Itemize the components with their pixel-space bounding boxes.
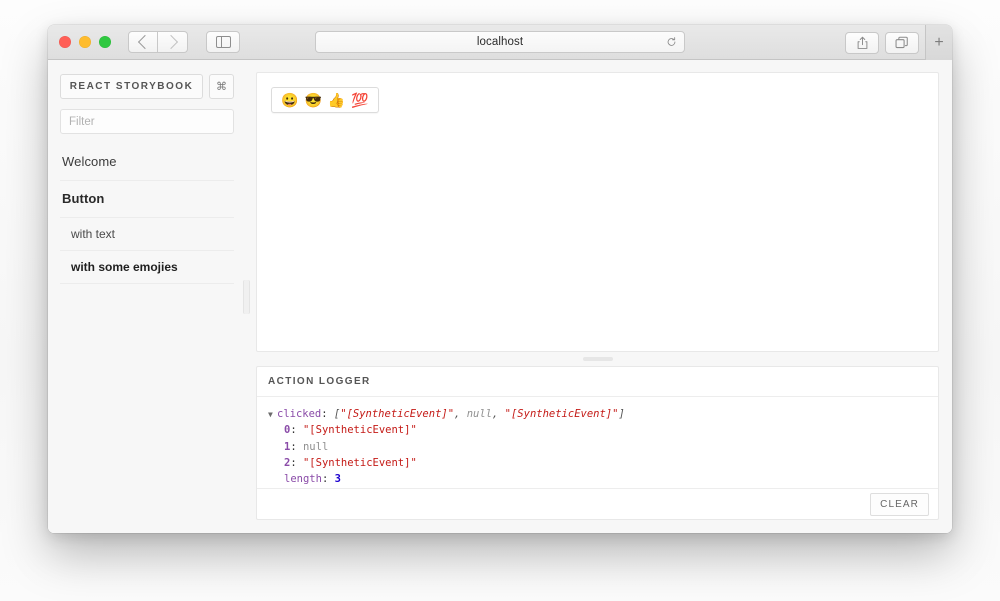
log-entry-summary[interactable]: ▼ clicked: ["[SyntheticEvent]", null, "[S… [268, 406, 927, 422]
action-logger-output: ▼ clicked: ["[SyntheticEvent]", null, "[S… [257, 397, 938, 488]
log-summary-item-2: "[SyntheticEvent]" [504, 408, 619, 420]
log-summary-sep-2: , [492, 408, 505, 420]
log-row-0-colon: : [290, 424, 303, 437]
emoji-button[interactable]: 😀 😎 👍 💯 [271, 87, 379, 113]
log-row-1-value: null [302, 440, 329, 453]
log-row-length: length: 3 [268, 471, 927, 487]
log-summary-item-1: null [466, 408, 492, 420]
reload-icon[interactable] [666, 37, 677, 48]
sidebar-toggle-button[interactable] [206, 31, 240, 53]
sidebar-item-button[interactable]: Button [60, 181, 234, 218]
navigation-button-group [128, 31, 188, 53]
sunglasses-face-icon: 😎 [304, 92, 322, 108]
sidebar-resize-handle[interactable] [243, 279, 250, 314]
drag-grip-icon [582, 357, 613, 361]
share-button[interactable] [845, 31, 879, 54]
log-row-0-value: "[SyntheticEvent]" [302, 424, 417, 437]
log-row-length-value: 3 [334, 473, 341, 486]
sidebar-item-with-some-emojies[interactable]: with some emojies [60, 251, 234, 284]
shortcut-button[interactable]: ⌘ [209, 74, 234, 99]
log-row-1: 1: null [268, 439, 927, 455]
sidebar-item-with-text[interactable]: with text [60, 218, 234, 251]
sidebar-item-welcome[interactable]: Welcome [60, 144, 234, 181]
maximize-button[interactable] [99, 36, 111, 48]
storybook-title: REACT STORYBOOK [60, 74, 203, 99]
page-background: localhost + REACT STORYBOOK ⌘ Filter Wel… [0, 0, 1000, 601]
log-close-bracket: ] [618, 408, 625, 420]
log-summary-item-0: "[SyntheticEvent]" [340, 408, 455, 420]
action-logger-panel: ACTION LOGGER ▼ clicked: ["[SyntheticEven… [256, 366, 939, 520]
new-tab-button[interactable]: + [925, 25, 952, 60]
storybook-main: 😀 😎 👍 💯 ACTION LOGGER ▼ clicked: ["[Synth… [246, 60, 952, 533]
url-text: localhost [476, 36, 524, 48]
traffic-light-group [59, 36, 111, 48]
share-icon [857, 36, 867, 49]
disclosure-triangle-open-icon[interactable]: ▼ [268, 409, 277, 421]
thumbs-up-icon: 👍 [327, 92, 346, 108]
chevron-right-icon [163, 34, 179, 50]
log-key: clicked [277, 408, 322, 420]
toolbar-right-group: + [845, 25, 952, 60]
story-navigation: Welcome Button with text with some emoji… [60, 144, 234, 284]
sidebar-icon [215, 36, 231, 48]
panel-resize-handle[interactable] [256, 352, 939, 366]
action-logger-footer: CLEAR [257, 488, 938, 519]
hundred-points-icon: 💯 [351, 92, 369, 108]
log-summary-sep-1: , [454, 408, 467, 420]
address-bar[interactable]: localhost [315, 31, 685, 53]
browser-window: localhost + REACT STORYBOOK ⌘ Filter Wel… [48, 25, 952, 533]
log-row-length-index: length [284, 473, 322, 486]
story-preview-canvas: 😀 😎 👍 💯 [256, 72, 939, 352]
back-button[interactable] [128, 31, 158, 53]
grinning-face-icon: 😀 [281, 92, 299, 108]
sidebar-header: REACT STORYBOOK ⌘ [60, 74, 234, 99]
log-row-2-value: "[SyntheticEvent]" [302, 456, 417, 469]
show-tabs-button[interactable] [885, 31, 919, 54]
log-row-length-colon: : [321, 473, 335, 486]
log-row-0: 0: "[SyntheticEvent]" [268, 422, 927, 438]
filter-input[interactable] [60, 109, 234, 134]
log-row-2: 2: "[SyntheticEvent]" [268, 455, 927, 471]
chevron-left-icon [137, 34, 152, 50]
action-logger-title: ACTION LOGGER [257, 367, 938, 397]
log-row-1-colon: : [290, 440, 303, 453]
close-button[interactable] [59, 36, 71, 48]
tabs-icon [895, 36, 908, 48]
clear-button[interactable]: CLEAR [870, 492, 929, 516]
forward-button[interactable] [158, 31, 188, 53]
browser-content: REACT STORYBOOK ⌘ Welcome Button with te… [48, 60, 952, 533]
storybook-sidebar: REACT STORYBOOK ⌘ Welcome Button with te… [48, 60, 250, 533]
log-colon: : [321, 408, 334, 420]
minimize-button[interactable] [79, 36, 91, 48]
browser-titlebar: localhost + [48, 25, 952, 60]
log-row-2-colon: : [290, 456, 303, 469]
